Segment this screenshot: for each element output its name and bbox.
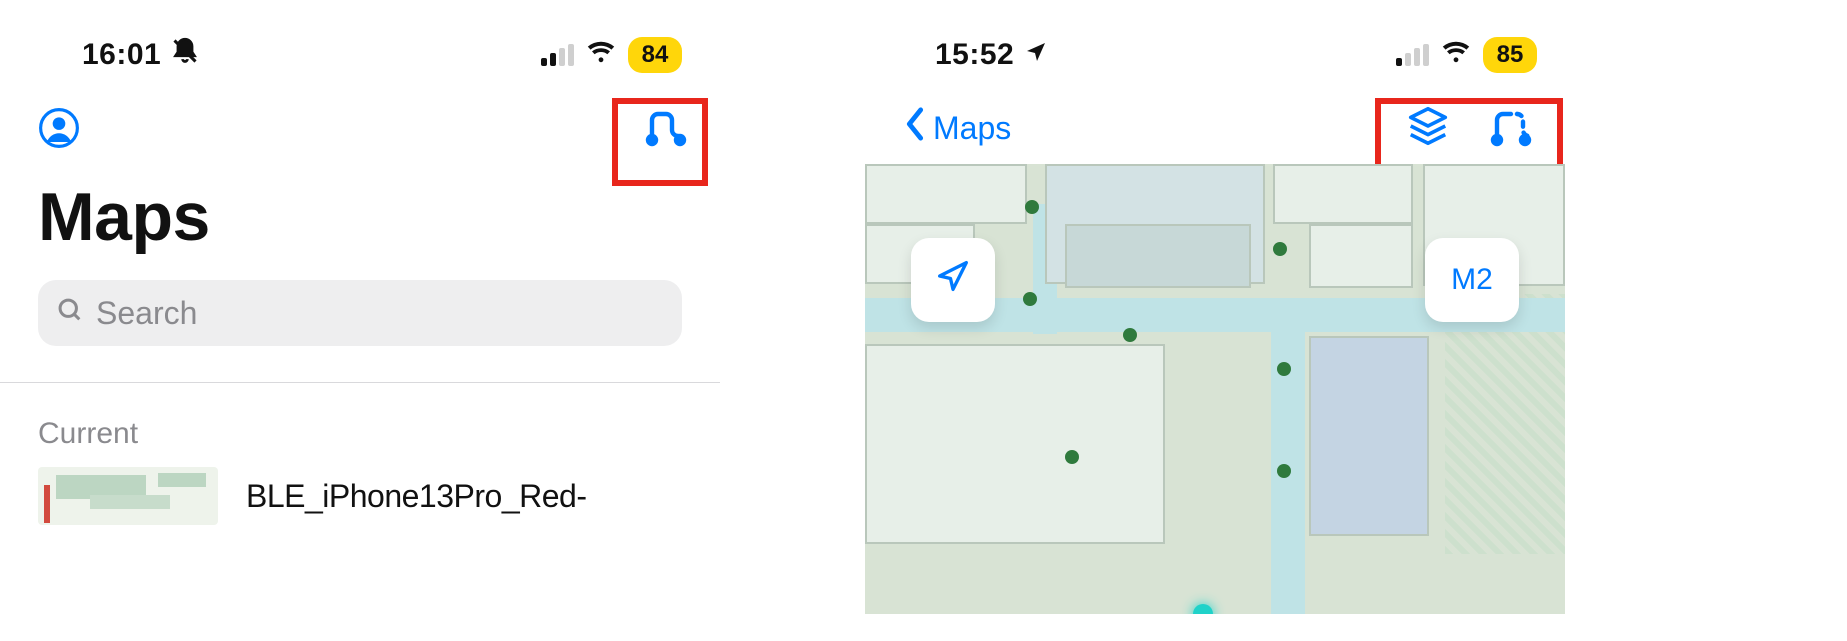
- status-left-group: 15:52: [935, 38, 1048, 72]
- profile-button[interactable]: [38, 107, 80, 149]
- status-left-group: 16:01: [82, 37, 199, 73]
- nav-bar: Maps: [865, 82, 1565, 162]
- list-item[interactable]: BLE_iPhone13Pro_Red-: [0, 459, 720, 533]
- search-field[interactable]: [38, 280, 682, 346]
- map-canvas[interactable]: M2: [865, 164, 1565, 614]
- back-button[interactable]: Maps: [903, 107, 1011, 149]
- page-title: Maps: [0, 162, 720, 280]
- locate-me-button[interactable]: [911, 238, 995, 322]
- status-bar: 15:52 85: [865, 0, 1565, 82]
- status-bar: 16:01 84: [0, 0, 720, 82]
- list-item-title: BLE_iPhone13Pro_Red-: [246, 478, 586, 515]
- battery-pill: 84: [628, 37, 682, 73]
- screenshot-left: 16:01 84: [0, 0, 720, 620]
- location-services-icon: [1024, 38, 1048, 72]
- battery-pill: 85: [1483, 37, 1537, 73]
- cellular-signal-icon: [541, 44, 574, 66]
- status-time: 15:52: [935, 38, 1014, 72]
- back-label: Maps: [933, 110, 1011, 147]
- search-input[interactable]: [96, 295, 664, 332]
- wifi-icon: [1441, 38, 1471, 72]
- status-right-group: 85: [1396, 37, 1537, 73]
- status-time: 16:01: [82, 38, 161, 72]
- location-arrow-icon: [933, 256, 973, 304]
- nav-bar: [0, 82, 720, 162]
- map-thumbnail: [38, 467, 218, 525]
- floor-label: M2: [1451, 263, 1493, 297]
- route-icon[interactable]: [642, 102, 690, 155]
- section-label-current: Current: [0, 383, 720, 459]
- chevron-left-icon: [903, 107, 927, 149]
- cellular-signal-icon: [1396, 44, 1429, 66]
- screenshot-right: 15:52 85: [865, 0, 1565, 620]
- status-right-group: 84: [541, 37, 682, 73]
- silent-bell-icon: [171, 37, 199, 73]
- wifi-icon: [586, 38, 616, 72]
- search-icon: [56, 295, 84, 332]
- route-dashed-icon[interactable]: [1487, 102, 1535, 155]
- floor-selector-button[interactable]: M2: [1425, 238, 1519, 322]
- layers-icon[interactable]: [1405, 103, 1451, 154]
